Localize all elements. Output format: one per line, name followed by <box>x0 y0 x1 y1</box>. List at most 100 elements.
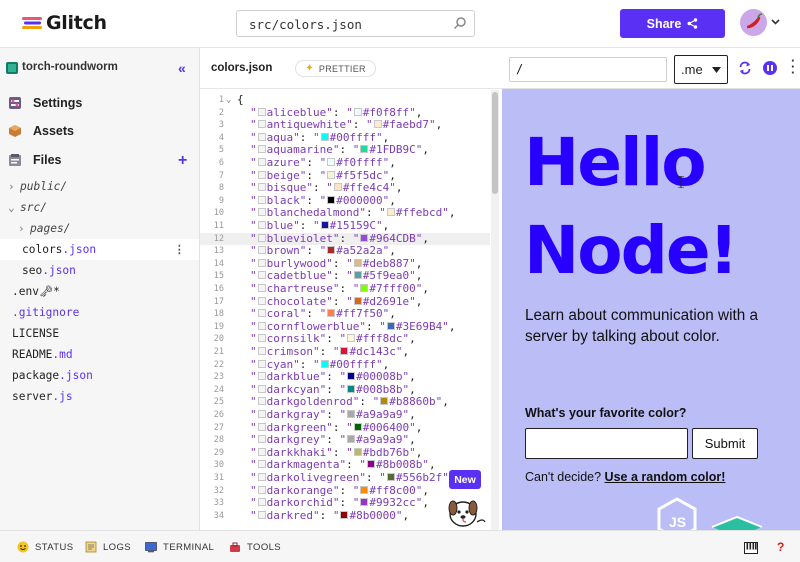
line-number: 16 <box>213 284 224 294</box>
folder-row[interactable]: › pages/ <box>0 218 199 239</box>
file-options-icon[interactable]: ⋮ <box>174 243 185 256</box>
file-name: server <box>12 390 53 403</box>
key-swatch-icon <box>257 485 266 494</box>
tab-colors-json[interactable]: colors.json <box>211 62 272 74</box>
json-key: antiquewhite <box>266 118 347 132</box>
logo-text: Glitch <box>46 12 107 34</box>
code-editor: colors.json ✦ PRETTIER 1 ⌄{2 " aliceblue": … <box>200 48 502 530</box>
submit-button[interactable]: Submit <box>692 428 758 459</box>
key-swatch-icon <box>257 384 266 393</box>
file-extension: .js <box>52 390 73 403</box>
chevron-down-icon[interactable]: ⌄ <box>8 201 20 214</box>
file-row[interactable]: .env 🗝* <box>0 281 199 302</box>
color-swatch-icon <box>386 208 395 217</box>
project-header[interactable]: torch-roundworm « <box>0 56 200 80</box>
chevron-right-icon[interactable]: › <box>18 222 30 235</box>
status-smiley-icon <box>17 541 29 553</box>
color-swatch-icon <box>347 372 356 381</box>
key-swatch-icon <box>257 145 266 154</box>
code-line[interactable]: 20 " cornsilk": " #fff8dc", <box>200 333 490 346</box>
folder-row[interactable]: ⌄ src/ <box>0 197 199 218</box>
line-number: 21 <box>213 347 224 357</box>
line-number: 5 <box>218 145 224 156</box>
preview-domain-select[interactable]: .me <box>674 55 728 84</box>
key-swatch-icon <box>257 372 266 381</box>
color-input[interactable] <box>525 428 688 459</box>
add-file-icon[interactable]: + <box>178 152 187 170</box>
folder-row[interactable]: › public/ <box>0 176 199 197</box>
dog-mascot-icon[interactable] <box>443 492 487 530</box>
color-swatch-icon <box>333 183 342 192</box>
pause-icon[interactable] <box>763 61 777 75</box>
prettier-button[interactable]: ✦ PRETTIER <box>295 60 376 77</box>
key-swatch-icon <box>257 397 266 406</box>
line-number: 34 <box>213 510 224 521</box>
preview-path-input[interactable]: / <box>509 57 667 82</box>
chevron-down-icon[interactable] <box>771 19 780 25</box>
file-row[interactable]: LICENSE <box>0 323 199 344</box>
json-value: #a9a9a9 <box>356 433 403 447</box>
tools-button[interactable]: TOOLS <box>229 541 281 553</box>
color-swatch-icon <box>320 221 329 229</box>
scrollbar-thumb[interactable] <box>492 92 498 194</box>
json-value: #dc143c <box>349 345 396 358</box>
sidebar-item-settings[interactable]: Settings <box>8 92 192 114</box>
fold-chevron-icon[interactable]: ⌄ <box>226 94 231 107</box>
random-color-link[interactable]: Use a random color! <box>605 470 726 484</box>
collapse-sidebar-icon[interactable]: « <box>178 60 186 76</box>
json-key: cyan <box>266 357 294 371</box>
piano-keys-icon[interactable] <box>744 542 758 554</box>
line-number: 10 <box>213 208 224 219</box>
color-swatch-icon <box>327 309 336 318</box>
chevron-right-icon[interactable]: › <box>8 180 20 193</box>
line-number: 18 <box>213 309 224 320</box>
line-number: 25 <box>213 397 224 408</box>
json-value: #7fff00 <box>369 282 416 295</box>
color-swatch-icon <box>366 460 375 469</box>
file-row[interactable]: README .md <box>0 344 199 365</box>
file-row[interactable]: seo .json <box>0 260 199 281</box>
sidebar-item-assets[interactable]: Assets <box>8 120 192 142</box>
editor-scrollbar[interactable] <box>491 90 499 530</box>
line-number: 20 <box>213 334 224 345</box>
search-input[interactable] <box>249 15 449 33</box>
terminal-button[interactable]: TERMINAL <box>145 541 214 553</box>
sparkle-icon: ✦ <box>305 63 314 74</box>
file-name: README <box>12 348 53 361</box>
sidebar-item-files[interactable]: Files <box>8 149 192 171</box>
json-value: #00ffff <box>329 130 376 144</box>
json-value: #ff7f50 <box>336 307 383 321</box>
json-value: #faebd7 <box>382 118 429 132</box>
app-preview: Hello Node! Learn about communication wi… <box>502 89 800 530</box>
help-icon[interactable]: ? <box>777 540 784 554</box>
share-icon <box>687 18 698 29</box>
file-row[interactable]: colors .json ⋮ <box>0 239 199 260</box>
key-swatch-icon <box>257 120 266 129</box>
status-button[interactable]: STATUS <box>17 541 73 553</box>
color-swatch-icon <box>386 473 395 481</box>
file-row[interactable]: .gitignore <box>0 302 199 323</box>
search-box[interactable] <box>236 10 475 37</box>
glitch-logo[interactable]: Glitch <box>22 11 107 35</box>
more-options-icon[interactable]: · · · <box>791 54 795 79</box>
share-label: Share <box>646 16 682 31</box>
json-key: crimson <box>266 345 313 358</box>
key-swatch-icon <box>257 246 266 255</box>
json-key: darkorchid <box>266 496 333 510</box>
json-key: blanchedalmond <box>266 206 360 220</box>
code-area[interactable]: 1 ⌄{2 " aliceblue": " #f0f8ff", 3 " antiquewhit… <box>200 94 490 530</box>
json-key: aquamarine <box>266 143 333 157</box>
new-badge[interactable]: New <box>449 470 481 489</box>
file-row[interactable]: server .js <box>0 386 199 407</box>
file-row[interactable]: package .json <box>0 365 199 386</box>
nodejs-logo-icon: JS <box>657 497 763 530</box>
key-swatch-icon <box>257 422 266 431</box>
logs-button[interactable]: LOGS <box>85 541 131 553</box>
json-value: #1FDB9C <box>369 143 416 157</box>
share-button[interactable]: Share <box>620 9 725 38</box>
search-icon[interactable] <box>453 16 467 30</box>
refresh-icon[interactable] <box>738 61 752 75</box>
user-avatar[interactable] <box>740 9 767 36</box>
line-number: 23 <box>213 372 224 383</box>
hero-line-2: Node! <box>524 212 739 289</box>
